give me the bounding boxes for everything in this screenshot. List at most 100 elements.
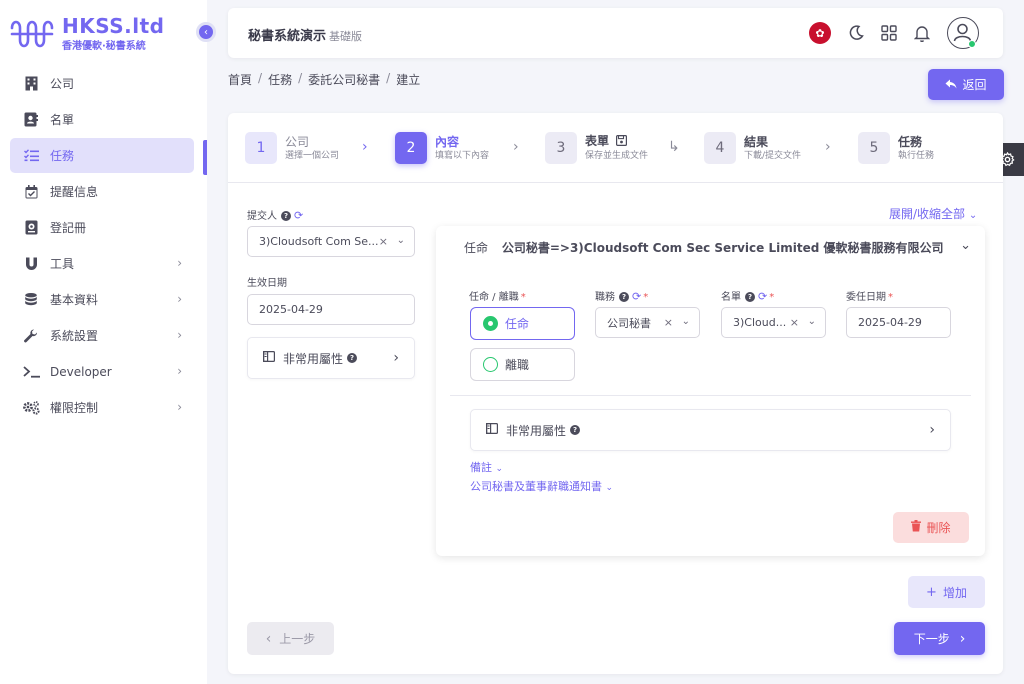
uncommon-attributes-label: 非常用屬性 (506, 423, 567, 438)
header-subtitle: 基礎版 (329, 30, 363, 43)
reply-arrow-icon (945, 78, 957, 92)
breadcrumb-tasks[interactable]: 任務 (268, 71, 292, 88)
step-company[interactable]: 1 公司 選擇一個公司 (245, 132, 339, 164)
add-button[interactable]: + 增加 (908, 576, 985, 608)
step-result[interactable]: 4 結果 下載/提交文件 (704, 132, 801, 164)
help-circle-icon[interactable]: ? (281, 211, 291, 221)
help-circle-icon[interactable]: ? (619, 292, 629, 302)
refresh-icon[interactable]: ⟳ (294, 209, 303, 222)
back-button-label: 返回 (962, 78, 987, 92)
entry-header[interactable]: 任命 公司秘書=>3)Cloudsoft Com Sec Service Lim… (464, 239, 944, 256)
header-title-text: 秘書系統演示 (248, 29, 327, 44)
help-circle-icon[interactable]: ? (347, 353, 358, 363)
moon-icon[interactable] (845, 22, 867, 44)
submitter-value: 3)Cloudsoft Com Se... (259, 235, 379, 248)
sidebar-nav: 公司 名單 任務 提醒信息 登記冊 工具 › 基本資料 › 系統設置 › Dev… (10, 66, 194, 426)
position-select[interactable]: 公司秘書 × ⌄ (595, 307, 700, 338)
sidebar-collapse-button[interactable]: ‹ (196, 22, 216, 42)
sidebar-item-label: 系統設置 (50, 329, 99, 343)
brand-subtitle: 香港優軟·秘書系統 (62, 41, 146, 52)
hk-flag-icon[interactable]: ✿ (809, 22, 831, 44)
sidebar-item-label: 任務 (50, 149, 75, 163)
sidebar-item-developer[interactable]: Developer › (10, 354, 194, 389)
back-button[interactable]: 返回 (928, 69, 1004, 100)
expand-collapse-all-toggle[interactable]: 展開/收縮全部 ⌄ (889, 205, 977, 222)
submitter-select[interactable]: 3)Cloudsoft Com Se... × ⌄ (247, 226, 415, 257)
step-desc: 下載/提交文件 (744, 150, 802, 161)
step-task[interactable]: 5 任務 執行任務 (858, 132, 934, 164)
next-step-button[interactable]: 下一步 › (894, 622, 985, 655)
breadcrumb-appoint-secretary[interactable]: 委託公司秘書 (308, 71, 380, 88)
sidebar-item-label: 權限控制 (50, 401, 99, 415)
refresh-icon[interactable]: ⟳ (632, 290, 641, 303)
uncommon-attributes-collapse[interactable]: 非常用屬性 ? › (247, 337, 415, 379)
delete-button[interactable]: 刪除 (893, 512, 969, 543)
appoint-date-label: 委任日期 * (846, 288, 893, 303)
step-content[interactable]: 2 內容 填寫以下內容 (395, 132, 489, 164)
clear-icon[interactable]: × (379, 235, 388, 248)
chevron-left-icon: ‹ (265, 630, 272, 647)
chevron-down-icon[interactable]: ⌄ (960, 238, 971, 253)
sidebar-item-tools[interactable]: 工具 › (10, 246, 194, 281)
breadcrumb-separator: / (298, 71, 303, 85)
delete-label: 刪除 (926, 521, 951, 535)
previous-step-label: 上一步 (279, 632, 316, 646)
roster-value: 3)Cloud... (733, 316, 787, 329)
radio-resign[interactable]: 離職 (470, 348, 575, 381)
entry-head-label: 任命 (464, 241, 489, 255)
entry-head-value: 公司秘書=>3)Cloudsoft Com Sec Service Limite… (501, 241, 944, 255)
entry-uncommon-attributes-collapse[interactable]: 非常用屬性 ? › (470, 409, 951, 451)
sidebar-item-tasks[interactable]: 任務 (10, 138, 194, 173)
appointment-entry-card: 任命 公司秘書=>3)Cloudsoft Com Sec Service Lim… (436, 226, 985, 556)
save-disk-icon (616, 134, 628, 150)
remarks-toggle[interactable]: 備註 ⌄ (470, 459, 503, 475)
clear-icon[interactable]: × (664, 316, 673, 329)
chevron-right-icon: › (393, 350, 399, 366)
step-title: 任務 (898, 134, 923, 149)
previous-step-button[interactable]: ‹ 上一步 (247, 622, 334, 655)
bell-icon[interactable] (911, 22, 933, 44)
radio-checked-icon (483, 316, 498, 331)
clear-icon[interactable]: × (790, 316, 799, 329)
trash-icon (911, 520, 922, 535)
refresh-icon[interactable]: ⟳ (758, 290, 767, 303)
brand-logo[interactable]: HKSS.ltd 香港優軟·秘書系統 (8, 14, 164, 54)
effective-date-input[interactable]: 2025-04-29 (247, 294, 415, 325)
roster-label-text: 名單 (721, 292, 741, 303)
radio-appoint[interactable]: 任命 (470, 307, 575, 340)
sidebar-item-permissions[interactable]: 權限控制 › (10, 390, 194, 425)
sidebar-item-roster[interactable]: 名單 (10, 102, 194, 137)
step-form[interactable]: 3 表單 保存並生成文件 (545, 132, 648, 164)
help-circle-icon[interactable]: ? (745, 292, 755, 302)
appoint-date-input[interactable]: 2025-04-29 (846, 307, 951, 338)
sidebar-item-label: 基本資料 (50, 293, 99, 307)
gears-icon (22, 400, 40, 415)
breadcrumb-home[interactable]: 首頁 (228, 71, 252, 88)
add-label: 增加 (942, 585, 967, 600)
plus-icon: + (926, 584, 937, 600)
sidebar-item-reminders[interactable]: 提醒信息 (10, 174, 194, 209)
sidebar-item-register[interactable]: 登記冊 (10, 210, 194, 245)
chevron-right-icon: › (177, 292, 182, 306)
appoint-date-value: 2025-04-29 (858, 316, 922, 329)
wrench-icon (22, 328, 40, 343)
roster-select[interactable]: 3)Cloud... × ⌄ (721, 307, 826, 338)
apps-grid-icon[interactable] (878, 22, 900, 44)
brand-title: HKSS.ltd (62, 14, 165, 38)
sidebar-item-basic-data[interactable]: 基本資料 › (10, 282, 194, 317)
chevron-right-icon: › (513, 139, 519, 155)
contact-card-icon (22, 112, 40, 127)
help-circle-icon[interactable]: ? (570, 425, 581, 435)
sidebar-item-system-settings[interactable]: 系統設置 › (10, 318, 194, 353)
sidebar-item-company[interactable]: 公司 (10, 66, 194, 101)
chevron-right-icon: › (929, 422, 935, 438)
chevron-down-icon: ⌄ (681, 316, 690, 327)
sidebar-layout-icon (486, 423, 499, 437)
radio-unchecked-icon (483, 357, 498, 372)
step-title: 結果 (744, 134, 769, 149)
breadcrumb-separator: / (258, 71, 263, 85)
chevron-down-icon: ⌄ (807, 316, 816, 327)
resignation-notice-toggle[interactable]: 公司秘書及董事辭職通知書 ⌄ (470, 478, 613, 494)
position-value: 公司秘書 (607, 316, 651, 330)
top-header: 秘書系統演示 基礎版 ✿ (228, 8, 1003, 58)
